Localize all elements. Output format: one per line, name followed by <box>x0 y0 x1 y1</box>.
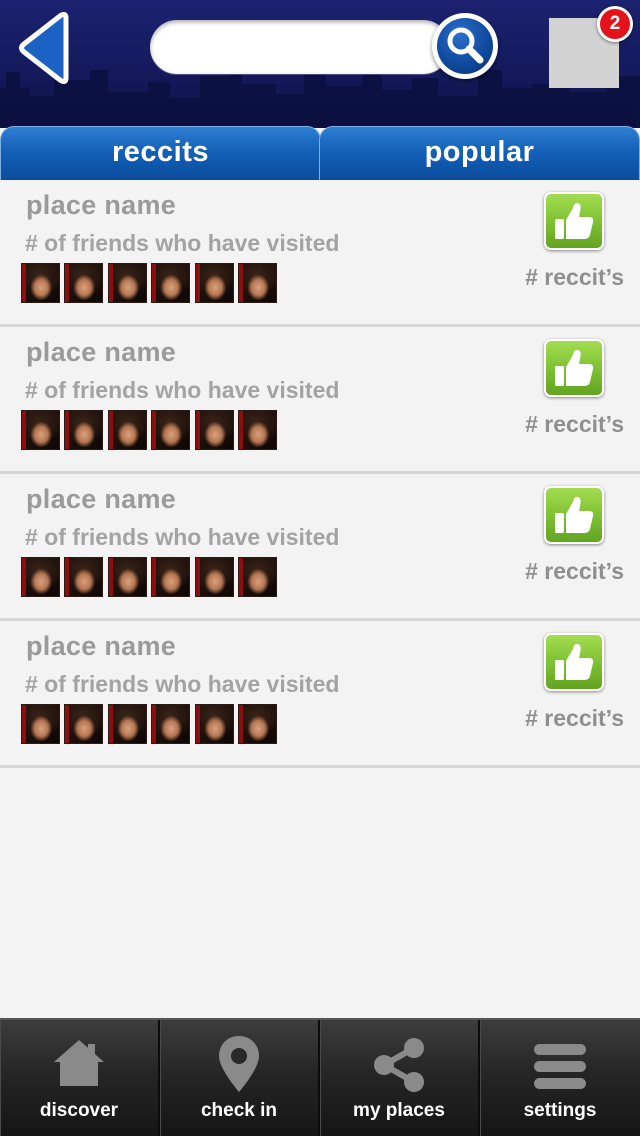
app-header <box>0 0 640 128</box>
friend-avatar[interactable] <box>21 410 60 450</box>
search-box <box>150 20 450 74</box>
bottom-nav-bar: discover check in my places settings <box>0 1018 640 1136</box>
place-list-item[interactable]: place name # of friends who have visited… <box>0 474 640 621</box>
reccit-button[interactable] <box>544 192 604 250</box>
friend-avatar[interactable] <box>108 704 147 744</box>
map-pin-icon <box>219 1036 259 1092</box>
friend-avatar[interactable] <box>195 557 234 597</box>
back-arrow-icon <box>19 11 69 85</box>
nav-label: my places <box>353 1100 445 1121</box>
friends-visited-count: # of friends who have visited <box>25 230 340 256</box>
tab-bar: reccits popular <box>0 126 640 180</box>
reccit-count: # reccit’s <box>525 705 624 731</box>
nav-discover[interactable]: discover <box>0 1020 160 1136</box>
friend-avatar[interactable] <box>238 704 277 744</box>
friend-avatar[interactable] <box>238 410 277 450</box>
friend-avatar[interactable] <box>64 410 103 450</box>
reccit-button[interactable] <box>544 339 604 397</box>
nav-settings[interactable]: settings <box>480 1020 640 1136</box>
search-icon <box>447 27 484 64</box>
friend-avatar[interactable] <box>108 263 147 303</box>
friend-avatar[interactable] <box>238 557 277 597</box>
place-name: place name <box>26 190 177 220</box>
friend-avatar[interactable] <box>64 263 103 303</box>
friend-avatar[interactable] <box>64 557 103 597</box>
friends-visited-count: # of friends who have visited <box>25 671 340 697</box>
places-list: place name # of friends who have visited… <box>0 180 640 768</box>
place-list-item[interactable]: place name # of friends who have visited… <box>0 621 640 768</box>
thumbs-up-icon <box>555 349 594 386</box>
nav-label: settings <box>523 1100 597 1121</box>
friend-avatar[interactable] <box>195 410 234 450</box>
nav-my-places[interactable]: my places <box>320 1020 480 1136</box>
friends-visited-count: # of friends who have visited <box>25 377 340 403</box>
friend-avatar[interactable] <box>64 704 103 744</box>
friend-avatar[interactable] <box>195 704 234 744</box>
place-list-item[interactable]: place name # of friends who have visited… <box>0 327 640 474</box>
search-button[interactable] <box>432 13 498 79</box>
friend-avatar[interactable] <box>151 557 190 597</box>
friend-avatar[interactable] <box>108 410 147 450</box>
reccit-count: # reccit’s <box>525 558 624 584</box>
tab-reccits[interactable]: reccits <box>0 126 321 180</box>
notification-badge[interactable]: 2 <box>597 6 633 42</box>
friend-avatar[interactable] <box>21 263 60 303</box>
place-name: place name <box>26 631 177 661</box>
nav-label: check in <box>200 1100 278 1121</box>
friend-avatar[interactable] <box>238 263 277 303</box>
search-input[interactable] <box>172 30 434 64</box>
thumbs-up-icon <box>555 202 594 239</box>
menu-icon <box>534 1044 586 1089</box>
place-name: place name <box>26 337 177 367</box>
friend-avatar[interactable] <box>151 704 190 744</box>
friend-avatar[interactable] <box>108 557 147 597</box>
friend-avatar[interactable] <box>151 263 190 303</box>
place-list-item[interactable]: place name # of friends who have visited… <box>0 180 640 327</box>
reccit-count: # reccit’s <box>525 411 624 437</box>
home-icon <box>54 1040 104 1086</box>
reccit-button[interactable] <box>544 486 604 544</box>
friend-avatar[interactable] <box>195 263 234 303</box>
friends-visited-count: # of friends who have visited <box>25 524 340 550</box>
reccit-button[interactable] <box>544 633 604 691</box>
thumbs-up-icon <box>555 643 594 680</box>
back-button[interactable] <box>16 11 74 85</box>
reccit-count: # reccit’s <box>525 264 624 290</box>
nav-check-in[interactable]: check in <box>160 1020 320 1136</box>
friend-avatar[interactable] <box>21 704 60 744</box>
thumbs-up-icon <box>555 496 594 533</box>
nav-label: discover <box>39 1100 119 1121</box>
tab-popular[interactable]: popular <box>319 126 640 180</box>
share-icon <box>374 1038 424 1092</box>
friend-avatar[interactable] <box>21 557 60 597</box>
place-name: place name <box>26 484 177 514</box>
friend-avatar[interactable] <box>151 410 190 450</box>
